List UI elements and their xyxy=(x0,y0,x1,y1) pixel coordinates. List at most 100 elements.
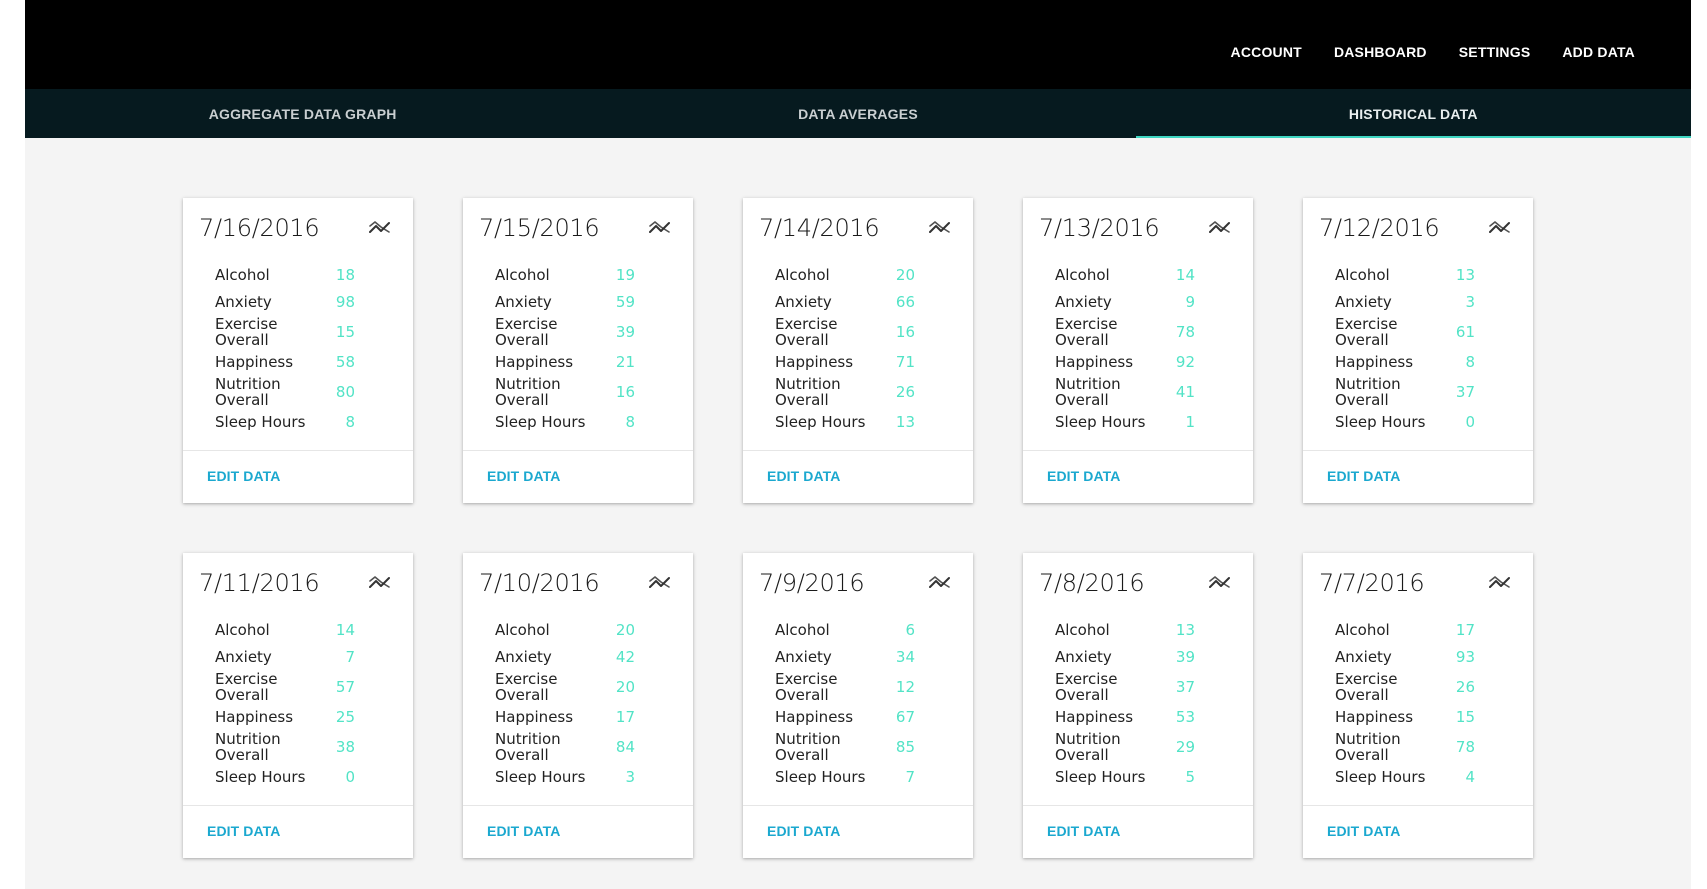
metric-label: Alcohol xyxy=(775,620,830,639)
metric-value: 21 xyxy=(615,352,635,371)
metric-label: Exercise Overall xyxy=(1055,669,1118,704)
trending-icon[interactable] xyxy=(1489,575,1511,591)
metric-label: Exercise Overall xyxy=(775,669,838,704)
metric-label: Anxiety xyxy=(1055,647,1112,666)
nav-settings[interactable]: SETTINGS xyxy=(1459,44,1531,60)
trending-icon[interactable] xyxy=(649,220,671,236)
trending-icon[interactable] xyxy=(1209,575,1231,591)
metric-value: 19 xyxy=(615,265,635,284)
metric-exercise-overall: Exercise Overall 78 xyxy=(1055,315,1195,348)
history-card: 7/16/2016 Alcohol 18 Anxiety 98 Exercise… xyxy=(183,198,413,503)
nav-account[interactable]: ACCOUNT xyxy=(1231,44,1302,60)
edit-data-button[interactable]: EDIT DATA xyxy=(767,823,840,839)
card-divider xyxy=(183,450,413,451)
metric-sleep-hours: Sleep Hours 5 xyxy=(1055,763,1195,790)
card-date: 7/13/2016 xyxy=(1039,214,1160,242)
metric-label: Sleep Hours xyxy=(1335,767,1426,786)
trending-icon[interactable] xyxy=(369,575,391,591)
trending-icon[interactable] xyxy=(929,220,951,236)
metric-happiness: Happiness 21 xyxy=(495,348,635,375)
edit-data-button[interactable]: EDIT DATA xyxy=(767,468,840,484)
metric-value: 13 xyxy=(1455,265,1475,284)
metric-exercise-overall: Exercise Overall 61 xyxy=(1335,315,1475,348)
metric-value: 34 xyxy=(895,647,915,666)
metric-value: 8 xyxy=(625,412,635,431)
trending-icon[interactable] xyxy=(649,575,671,591)
metric-label: Nutrition Overall xyxy=(1335,374,1401,409)
metric-value: 29 xyxy=(1175,737,1195,756)
edit-data-button[interactable]: EDIT DATA xyxy=(1047,823,1120,839)
metric-anxiety: Anxiety 3 xyxy=(1335,288,1475,315)
metric-label: Sleep Hours xyxy=(1055,767,1146,786)
metric-value: 16 xyxy=(615,382,635,401)
metric-value: 20 xyxy=(615,677,635,696)
metric-label: Happiness xyxy=(495,707,574,726)
metric-exercise-overall: Exercise Overall 39 xyxy=(495,315,635,348)
metric-value: 66 xyxy=(895,292,915,311)
tab-data-averages[interactable]: DATA AVERAGES xyxy=(580,89,1135,138)
metric-label: Nutrition Overall xyxy=(1055,374,1121,409)
metric-anxiety: Anxiety 66 xyxy=(775,288,915,315)
metrics-list: Alcohol 17 Anxiety 93 Exercise Overall 26… xyxy=(1335,616,1475,790)
card-divider xyxy=(1303,805,1533,806)
history-card: 7/12/2016 Alcohol 13 Anxiety 3 Exercise O… xyxy=(1303,198,1533,503)
metrics-list: Alcohol 20 Anxiety 66 Exercise Overall 16… xyxy=(775,261,915,435)
card-date: 7/7/2016 xyxy=(1319,569,1425,597)
metric-value: 39 xyxy=(1175,647,1195,666)
metric-label: Alcohol xyxy=(495,265,550,284)
edit-data-button[interactable]: EDIT DATA xyxy=(207,823,280,839)
metric-nutrition-overall: Nutrition Overall 37 xyxy=(1335,375,1475,408)
trending-icon[interactable] xyxy=(369,220,391,236)
edit-data-button[interactable]: EDIT DATA xyxy=(1327,823,1400,839)
metric-value: 8 xyxy=(1465,352,1475,371)
metric-value: 20 xyxy=(895,265,915,284)
metric-label: Exercise Overall xyxy=(495,669,558,704)
metrics-list: Alcohol 18 Anxiety 98 Exercise Overall 15… xyxy=(215,261,355,435)
metric-happiness: Happiness 53 xyxy=(1055,703,1195,730)
metric-value: 39 xyxy=(615,322,635,341)
card-date: 7/9/2016 xyxy=(759,569,865,597)
nav-add-data[interactable]: ADD DATA xyxy=(1562,44,1635,60)
metric-label: Nutrition Overall xyxy=(495,729,561,764)
trending-icon[interactable] xyxy=(1209,220,1231,236)
historical-cards-grid: 7/16/2016 Alcohol 18 Anxiety 98 Exercise… xyxy=(183,198,1533,858)
metric-value: 78 xyxy=(1455,737,1475,756)
edit-data-button[interactable]: EDIT DATA xyxy=(487,468,560,484)
metric-label: Happiness xyxy=(215,707,294,726)
trending-icon[interactable] xyxy=(929,575,951,591)
card-divider xyxy=(463,450,693,451)
edit-data-button[interactable]: EDIT DATA xyxy=(207,468,280,484)
metric-value: 0 xyxy=(1465,412,1475,431)
metric-label: Exercise Overall xyxy=(495,314,558,349)
trending-icon[interactable] xyxy=(1489,220,1511,236)
metric-happiness: Happiness 71 xyxy=(775,348,915,375)
metric-sleep-hours: Sleep Hours 4 xyxy=(1335,763,1475,790)
metric-sleep-hours: Sleep Hours 8 xyxy=(495,408,635,435)
metric-alcohol: Alcohol 14 xyxy=(1055,261,1195,288)
metrics-list: Alcohol 14 Anxiety 7 Exercise Overall 57 … xyxy=(215,616,355,790)
tab-aggregate-data-graph[interactable]: AGGREGATE DATA GRAPH xyxy=(25,89,580,138)
metric-label: Nutrition Overall xyxy=(775,374,841,409)
metrics-list: Alcohol 14 Anxiety 9 Exercise Overall 78 … xyxy=(1055,261,1195,435)
metric-nutrition-overall: Nutrition Overall 41 xyxy=(1055,375,1195,408)
metric-happiness: Happiness 15 xyxy=(1335,703,1475,730)
metric-sleep-hours: Sleep Hours 3 xyxy=(495,763,635,790)
metric-value: 16 xyxy=(895,322,915,341)
metric-value: 78 xyxy=(1175,322,1195,341)
edit-data-button[interactable]: EDIT DATA xyxy=(1327,468,1400,484)
nav-dashboard[interactable]: DASHBOARD xyxy=(1334,44,1427,60)
tab-historical-data[interactable]: HISTORICAL DATA xyxy=(1135,89,1692,138)
metric-value: 20 xyxy=(615,620,635,639)
metric-label: Sleep Hours xyxy=(1055,412,1146,431)
metric-label: Exercise Overall xyxy=(1335,669,1398,704)
card-divider xyxy=(743,805,973,806)
card-divider xyxy=(463,805,693,806)
history-card: 7/10/2016 Alcohol 20 Anxiety 42 Exercise… xyxy=(463,553,693,858)
metric-value: 25 xyxy=(335,707,355,726)
edit-data-button[interactable]: EDIT DATA xyxy=(487,823,560,839)
metric-value: 1 xyxy=(1185,412,1195,431)
card-date: 7/12/2016 xyxy=(1319,214,1440,242)
metric-exercise-overall: Exercise Overall 15 xyxy=(215,315,355,348)
edit-data-button[interactable]: EDIT DATA xyxy=(1047,468,1120,484)
metric-label: Sleep Hours xyxy=(775,412,866,431)
